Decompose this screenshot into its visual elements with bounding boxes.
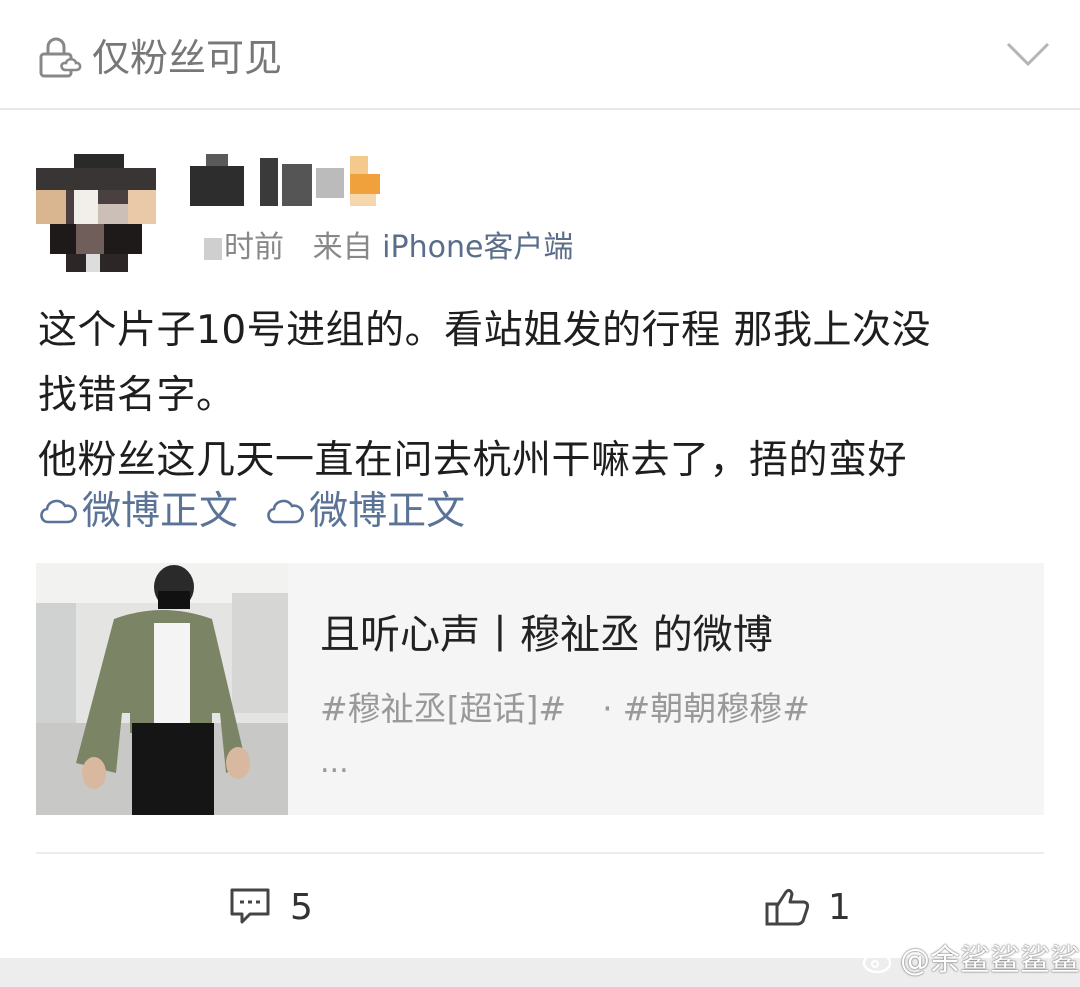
post-links: 微博正文 微博正文 (38, 482, 487, 542)
post-source[interactable]: iPhone客户端 (382, 230, 573, 265)
card-thumbnail (36, 563, 288, 815)
person-photo (36, 563, 288, 815)
card-title: 且听心声丨穆祉丞 的微博 (320, 612, 773, 658)
like-count: 1 (828, 887, 851, 928)
weibo-link-label: 微博正文 (82, 489, 239, 534)
weibo-link-label: 微博正文 (309, 489, 466, 534)
post-meta: 时前 来自 iPhone客户端 (204, 226, 573, 270)
watermark: @余鲨鲨鲨鲨 (862, 940, 1080, 982)
comment-icon (230, 888, 270, 924)
visibility-bar[interactable]: 仅粉丝可见 (0, 0, 1080, 110)
cloud-link-icon (267, 499, 304, 524)
comment-button[interactable]: 5 (228, 880, 348, 936)
comment-count: 5 (290, 887, 313, 928)
post-body: 这个片子10号进组的。看站姐发的行程 那我上次没 找错名字。 他粉丝这几天一直在… (38, 298, 1048, 493)
cloud-link-icon (40, 499, 77, 524)
weibo-full-text-link[interactable]: 微博正文 (265, 482, 465, 542)
chevron-down-icon[interactable] (1004, 38, 1052, 70)
thumbs-up-icon (765, 888, 810, 926)
username[interactable] (190, 154, 390, 208)
avatar[interactable] (36, 154, 156, 272)
blurred-time (204, 237, 222, 260)
weibo-logo-icon (862, 948, 896, 974)
card-tag[interactable]: #穆祉丞[超话]# (320, 689, 566, 728)
card-tag[interactable]: #朝朝穆穆# (623, 689, 810, 728)
visibility-label: 仅粉丝可见 (92, 36, 283, 80)
tag-separator: · (602, 689, 613, 728)
weibo-full-text-link[interactable]: 微博正文 (38, 482, 238, 542)
source-prefix: 来自 (312, 230, 373, 265)
post-line: 找错名字。 (38, 373, 236, 418)
lock-cloud-icon (39, 37, 82, 78)
divider (36, 852, 1044, 854)
post-line: 这个片子10号进组的。看站姐发的行程 那我上次没 (38, 308, 932, 353)
like-button[interactable]: 1 (764, 880, 884, 936)
watermark-text: @余鲨鲨鲨鲨 (900, 943, 1080, 978)
card-more: ... (320, 745, 349, 780)
shared-weibo-card[interactable]: 且听心声丨穆祉丞 的微博 #穆祉丞[超话]# · #朝朝穆穆# ... (36, 563, 1044, 815)
card-tags: #穆祉丞[超话]# · #朝朝穆穆# (320, 685, 810, 733)
post-time: 时前 (224, 230, 284, 265)
